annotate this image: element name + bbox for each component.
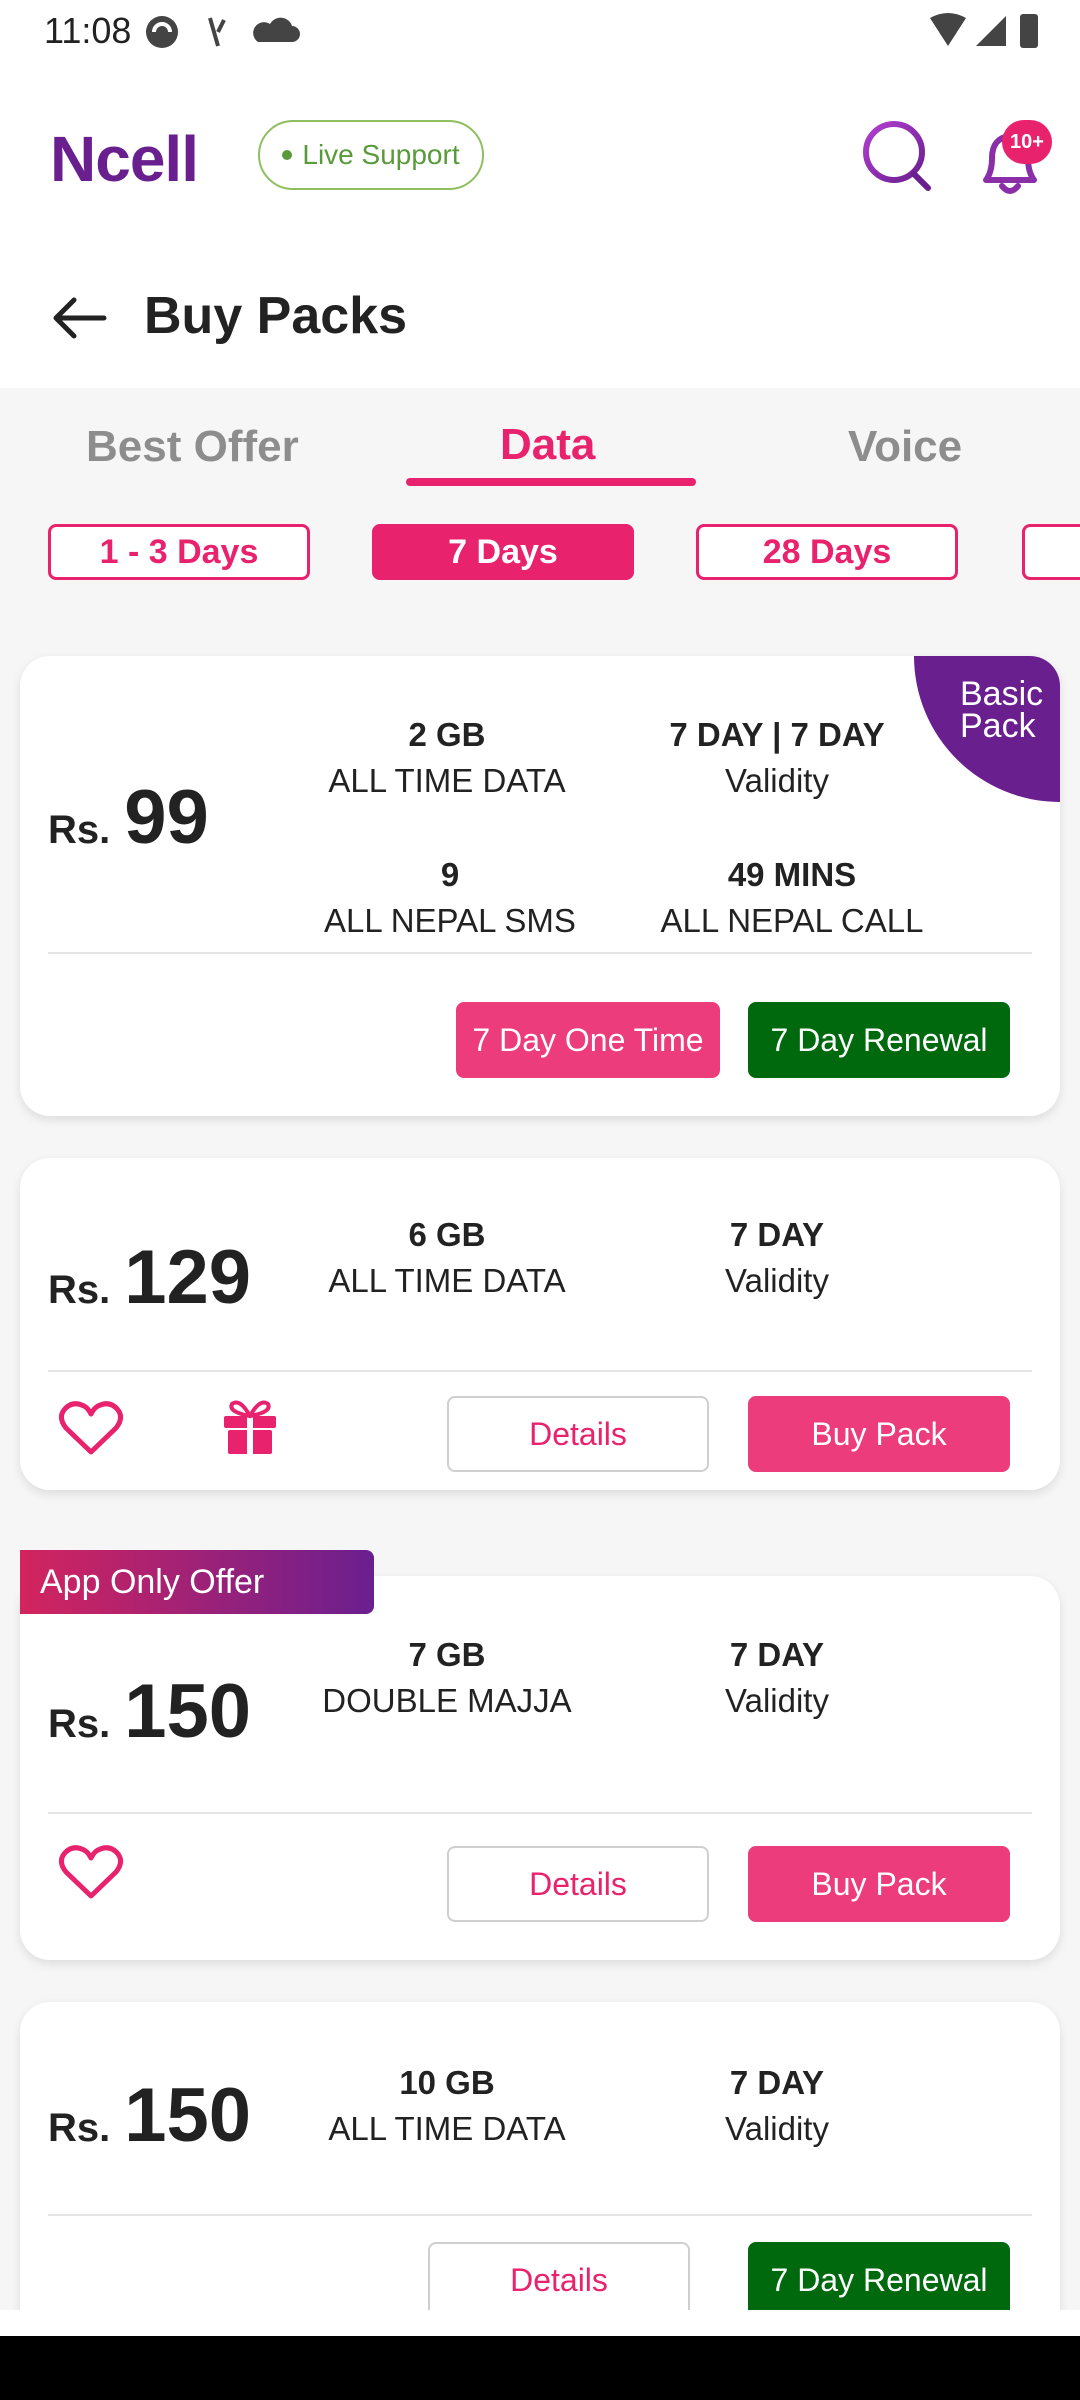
status-time: 11:08 xyxy=(44,10,132,51)
pack-card: Rs. 150 7 GB DOUBLE MAJJA 7 DAY Validity… xyxy=(20,1576,1060,1960)
spec-value: 9 xyxy=(440,856,460,893)
pack-price: Rs. 99 xyxy=(48,774,209,861)
filter-7-days[interactable]: 7 Days xyxy=(372,524,634,580)
tab-data[interactable]: Data xyxy=(500,420,595,470)
currency-label: Rs. xyxy=(48,1268,111,1312)
gift-icon[interactable] xyxy=(218,1394,282,1458)
details-button[interactable]: Details xyxy=(428,2242,690,2310)
sms-spec: 9 ALL NEPAL SMS xyxy=(310,856,590,940)
pack-card: Rs. 129 6 GB ALL TIME DATA 7 DAY Validit… xyxy=(20,1158,1060,1490)
spec-label: ALL NEPAL CALL xyxy=(660,902,924,939)
currency-label: Rs. xyxy=(48,1702,111,1746)
spec-value: 7 DAY xyxy=(729,1636,825,1673)
renewal-button[interactable]: 7 Day Renewal xyxy=(748,2242,1010,2310)
favorite-heart-icon[interactable] xyxy=(58,1398,124,1458)
spec-label: Validity xyxy=(725,762,829,799)
status-system-icons xyxy=(930,13,1038,48)
card-divider xyxy=(48,1812,1032,1814)
price-value: 150 xyxy=(124,2073,252,2158)
favorite-heart-icon[interactable] xyxy=(58,1842,124,1902)
renewal-button[interactable]: 7 Day Renewal xyxy=(748,1002,1010,1078)
spec-value: 7 DAY xyxy=(729,2064,825,2101)
back-arrow-icon[interactable] xyxy=(50,288,110,348)
price-value: 99 xyxy=(124,775,209,860)
data-spec: 6 GB ALL TIME DATA xyxy=(317,1216,577,1300)
notifications-button[interactable]: 10+ xyxy=(966,114,1056,204)
validity-spec: 7 DAY Validity xyxy=(647,1636,907,1720)
validity-spec: 7 DAY Validity xyxy=(647,1216,907,1300)
card-divider xyxy=(48,1370,1032,1372)
live-support-button[interactable]: Live Support xyxy=(258,120,484,190)
category-tabs: Best Offer Data Voice xyxy=(0,388,1080,488)
title-bar: Buy Packs xyxy=(0,248,1080,388)
spec-label: DOUBLE MAJJA xyxy=(322,1682,572,1719)
pack-card: Rs. 150 10 GB ALL TIME DATA 7 DAY Validi… xyxy=(20,2002,1060,2310)
pack-price: Rs. 150 xyxy=(48,2072,251,2159)
search-icon[interactable] xyxy=(858,116,938,196)
online-dot-icon xyxy=(282,150,293,160)
price-value: 129 xyxy=(124,1235,252,1320)
basic-pack-label: Basic Pack xyxy=(960,675,1044,745)
basic-pack-badge: Basic Pack xyxy=(914,656,1060,802)
validity-spec: 7 DAY Validity xyxy=(647,2064,907,2148)
details-button[interactable]: Details xyxy=(447,1396,709,1472)
spec-label: Validity xyxy=(725,1262,829,1299)
duration-filters: 1 - 3 Days 7 Days 28 Days xyxy=(0,524,1080,582)
packs-content: Best Offer Data Voice 1 - 3 Days 7 Days … xyxy=(0,388,1080,2310)
spec-value: 10 GB xyxy=(399,2064,495,2101)
validity-spec: 7 DAY | 7 DAY Validity xyxy=(647,716,907,800)
data-spec: 10 GB ALL TIME DATA xyxy=(317,2064,577,2148)
active-tab-indicator xyxy=(406,478,696,486)
filter-1-3-days[interactable]: 1 - 3 Days xyxy=(48,524,310,580)
filter-28-days[interactable]: 28 Days xyxy=(696,524,958,580)
app-only-offer-ribbon: App Only Offer xyxy=(20,1550,374,1614)
status-bar: 11:08 xyxy=(0,0,1080,62)
system-nav-bar xyxy=(0,2336,1080,2400)
spec-label: ALL TIME DATA xyxy=(328,762,566,799)
currency-label: Rs. xyxy=(48,2106,111,2150)
spec-value: 6 GB xyxy=(408,1216,486,1253)
live-support-label: Live Support xyxy=(302,139,460,170)
data-spec: 2 GB ALL TIME DATA xyxy=(317,716,577,800)
data-spec: 7 GB DOUBLE MAJJA xyxy=(307,1636,587,1720)
notification-badge: 10+ xyxy=(1002,120,1052,164)
price-value: 150 xyxy=(124,1669,252,1754)
spec-value: 49 MINS xyxy=(727,856,857,893)
spec-label: ALL NEPAL SMS xyxy=(324,902,576,939)
ncell-logo[interactable]: Ncell xyxy=(50,122,199,196)
tab-voice[interactable]: Voice xyxy=(848,422,962,472)
currency-label: Rs. xyxy=(48,808,111,852)
spec-label: Validity xyxy=(725,1682,829,1719)
spec-value: 7 DAY | 7 DAY xyxy=(669,716,885,753)
page-title: Buy Packs xyxy=(144,287,408,345)
call-spec: 49 MINS ALL NEPAL CALL xyxy=(642,856,942,940)
spec-value: 7 GB xyxy=(408,1636,486,1673)
spec-value: 2 GB xyxy=(408,716,486,753)
buy-pack-button[interactable]: Buy Pack xyxy=(748,1846,1010,1922)
filter-more[interactable] xyxy=(1022,524,1080,580)
card-divider xyxy=(48,2214,1032,2216)
status-notification-icons xyxy=(146,16,300,48)
pack-price: Rs. 129 xyxy=(48,1234,251,1321)
buy-pack-button[interactable]: Buy Pack xyxy=(748,1396,1010,1472)
spec-label: Validity xyxy=(725,2110,829,2147)
pack-card: Basic Pack Rs. 99 2 GB ALL TIME DATA 7 D… xyxy=(20,656,1060,1116)
spec-value: 7 DAY xyxy=(729,1216,825,1253)
app-header: Ncell Live Support 10+ xyxy=(0,62,1080,248)
details-button[interactable]: Details xyxy=(447,1846,709,1922)
card-divider xyxy=(48,952,1032,954)
tab-best-offer[interactable]: Best Offer xyxy=(86,422,299,472)
spec-label: ALL TIME DATA xyxy=(328,1262,566,1299)
one-time-button[interactable]: 7 Day One Time xyxy=(456,1002,720,1078)
spec-label: ALL TIME DATA xyxy=(328,2110,566,2147)
pack-price: Rs. 150 xyxy=(48,1668,251,1755)
